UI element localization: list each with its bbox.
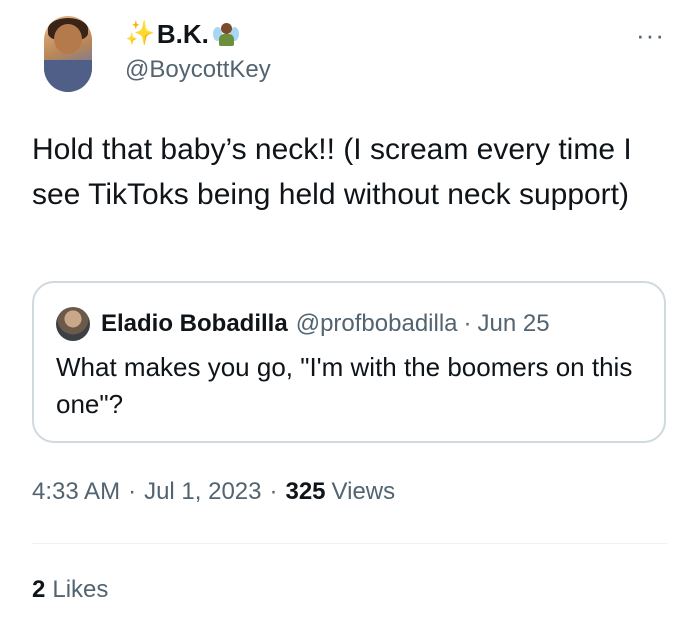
quoted-tweet-card[interactable]: Eladio Bobadilla @profbobadilla · Jun 25… (32, 281, 666, 443)
tweet-text: Hold that baby’s neck!! (I scream every … (32, 133, 632, 211)
author-name-row[interactable]: ✨ B.K. (125, 18, 239, 50)
avatar-face (54, 24, 82, 54)
views-label: Views (331, 478, 396, 505)
quoted-separator: · (463, 310, 472, 337)
quoted-tweet-header: Eladio Bobadilla @profbobadilla · Jun 25 (101, 307, 550, 341)
author-handle[interactable]: @BoycottKey (125, 56, 271, 84)
meta-separator: · (269, 478, 278, 505)
tweet-time[interactable]: 4:33 AM (32, 478, 120, 506)
avatar-shirt (44, 60, 92, 92)
quoted-author-avatar[interactable] (56, 307, 90, 341)
divider (32, 543, 668, 544)
fairy-icon (212, 21, 239, 47)
tweet-meta: 4:33 AM · Jul 1, 2023 · 325 Views (32, 478, 395, 506)
views-count: 325 (285, 478, 326, 505)
sparkles-icon: ✨ (125, 20, 155, 47)
likes-count: 2 (32, 576, 46, 603)
quoted-tweet-text: What makes you go, "I'm with the boomers… (56, 352, 633, 419)
likes-label: Likes (52, 576, 109, 603)
quoted-date[interactable]: Jun 25 (478, 310, 550, 338)
meta-separator: · (128, 478, 137, 505)
more-options-icon[interactable]: ··· (636, 22, 665, 48)
likes-link[interactable]: 2 Likes (32, 576, 108, 604)
author-display-name[interactable]: B.K. (157, 19, 209, 50)
quoted-author-handle[interactable]: @profbobadilla (296, 310, 458, 338)
quoted-author-name[interactable]: Eladio Bobadilla (101, 310, 288, 338)
tweet-date[interactable]: Jul 1, 2023 (144, 478, 261, 506)
author-avatar[interactable] (44, 16, 92, 92)
